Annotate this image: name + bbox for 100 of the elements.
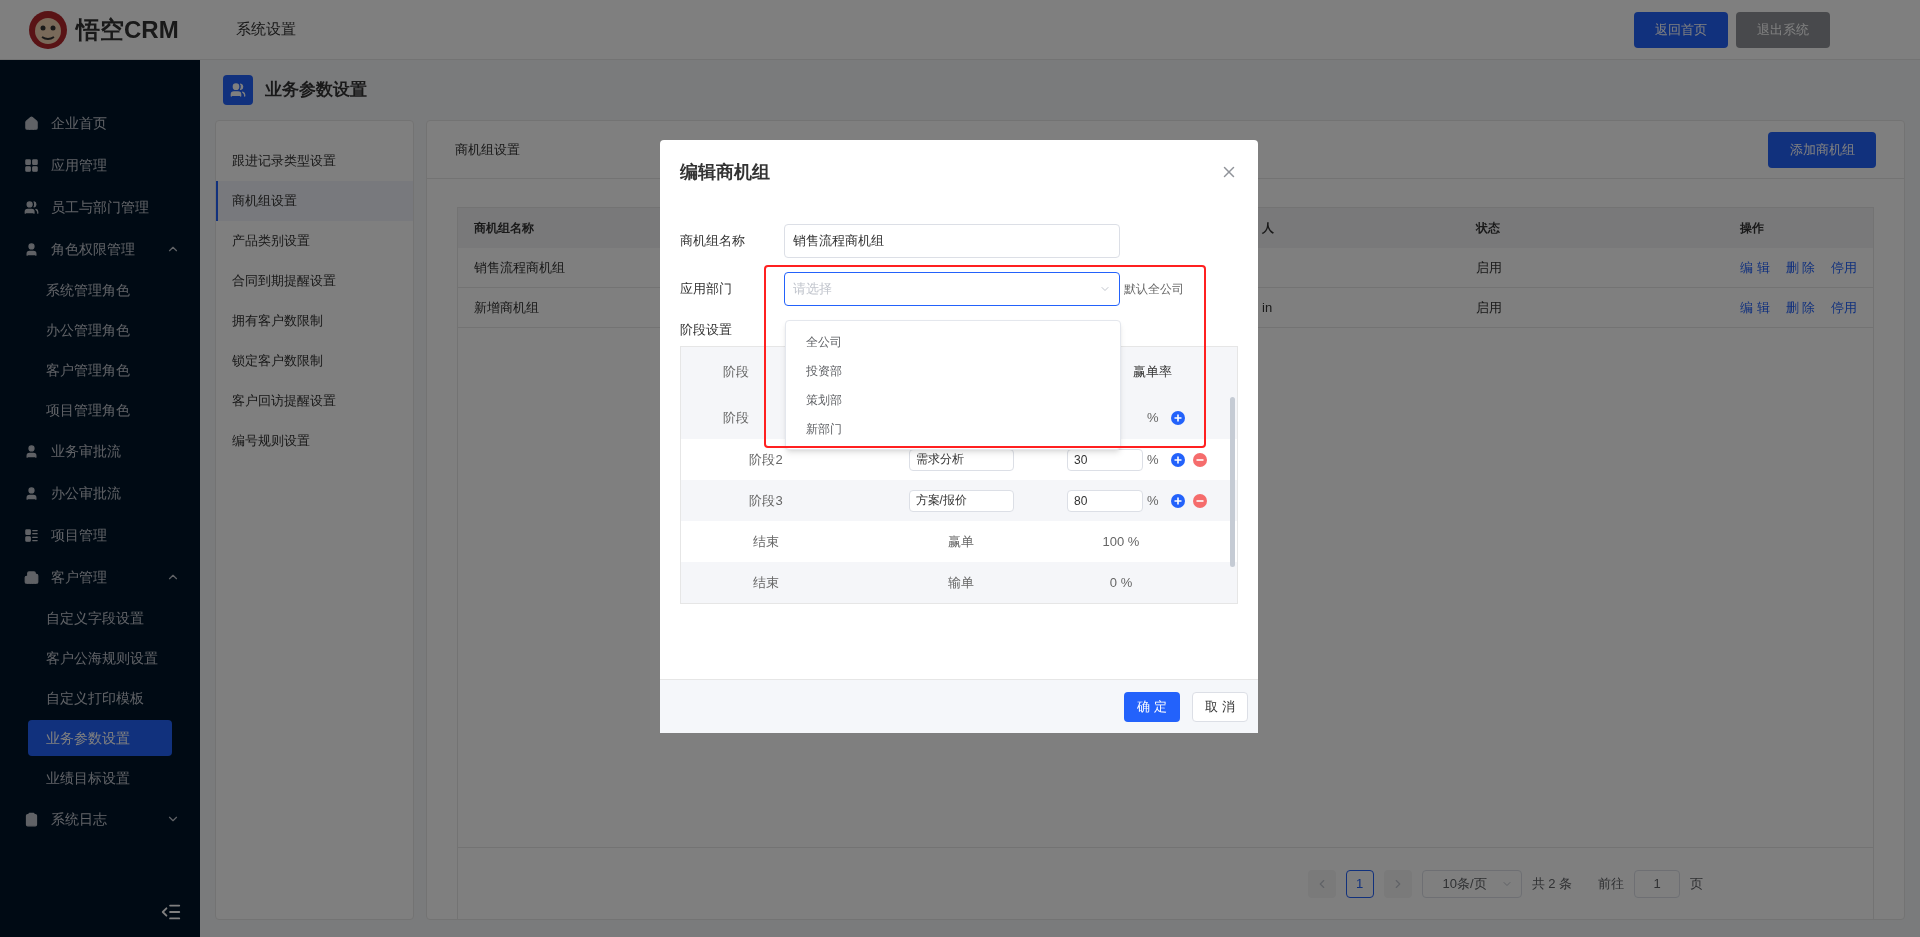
stage-name-field[interactable]: 方案/报价	[908, 489, 1014, 512]
sidebar-item[interactable]: 系统日志	[0, 798, 200, 840]
dropdown-option[interactable]: 新部门	[786, 414, 1120, 443]
settings-menu-item[interactable]: 锁定客户数限制	[216, 341, 413, 381]
stage-label: 结束	[753, 573, 779, 592]
confirm-button[interactable]: 确 定	[1124, 691, 1180, 722]
table-action-link[interactable]: 停用	[1831, 257, 1858, 278]
table-action-link[interactable]: 删 除	[1785, 257, 1816, 278]
menu-item-icon	[24, 569, 39, 585]
sidebar-subitem[interactable]: 项目管理角色	[28, 392, 172, 428]
menu-item-icon	[24, 199, 39, 215]
menu-item-icon	[24, 157, 39, 173]
sidebar-item[interactable]: 角色权限管理	[0, 228, 200, 270]
menu-item-icon	[24, 527, 39, 543]
table-action-link[interactable]: 删 除	[1785, 297, 1816, 318]
stage-name-field[interactable]: 需求分析	[908, 448, 1014, 471]
department-select[interactable]: 请选择	[784, 272, 1120, 306]
menu-item-icon	[24, 241, 39, 257]
column-header: 阶段	[723, 363, 749, 382]
column-header: 人	[1261, 220, 1275, 237]
sidebar-item[interactable]: 业务审批流	[0, 430, 200, 472]
sidebar-item[interactable]: 办公审批流	[0, 472, 200, 514]
settings-menu-item[interactable]: 客户回访提醒设置	[216, 381, 413, 421]
percent-sign: %	[1147, 450, 1160, 469]
section-label: 阶段设置	[680, 321, 733, 339]
field-label: 应用部门	[680, 280, 733, 299]
dropdown-option[interactable]: 投资部	[786, 356, 1120, 385]
win-rate-field[interactable]: 30	[1067, 448, 1143, 471]
add-circle-icon[interactable]	[1171, 493, 1185, 508]
column-header: 商机组名称	[473, 220, 535, 237]
sidebar-subitem[interactable]: 自定义字段设置	[28, 600, 172, 636]
settings-menu-item[interactable]: 跟进记录类型设置	[216, 141, 413, 181]
table-action-link[interactable]: 编 辑	[1740, 297, 1770, 318]
table-action-link[interactable]: 编 辑	[1740, 257, 1770, 278]
column-header: 操作	[1740, 220, 1764, 237]
page-number[interactable]: 1	[1345, 869, 1374, 898]
table-action-link[interactable]: 停用	[1831, 297, 1858, 318]
settings-menu-item[interactable]: 编号规则设置	[216, 421, 413, 461]
win-rate: 0 %	[1108, 573, 1134, 592]
stage-name: 赢单	[947, 532, 975, 551]
sidebar-item[interactable]: 企业首页	[0, 102, 200, 144]
dialog-title: 编辑商机组	[680, 160, 770, 184]
menu-item-icon	[24, 443, 39, 459]
group-name-field[interactable]: 销售流程商机组	[784, 224, 1120, 258]
stage-name: 输单	[947, 573, 975, 592]
cancel-button[interactable]: 取 消	[1192, 691, 1248, 722]
win-rate-field[interactable]: 80	[1067, 489, 1143, 512]
sidebar-subitem[interactable]: 客户管理角色	[28, 352, 172, 388]
total-count: 共 2 条	[1531, 874, 1572, 893]
add-circle-icon[interactable]	[1171, 452, 1185, 467]
sidebar-subitem[interactable]: 系统管理角色	[28, 272, 172, 308]
sidebar-item[interactable]: 员工与部门管理	[0, 186, 200, 228]
sidebar-subitem[interactable]: 业务参数设置	[28, 720, 172, 756]
sidebar-subitem[interactable]: 办公管理角色	[28, 312, 172, 348]
settings-menu-item[interactable]: 商机组设置	[216, 181, 413, 221]
remove-circle-icon[interactable]	[1193, 493, 1207, 508]
table-cell-text: 启用	[1476, 298, 1503, 317]
add-circle-icon[interactable]	[1171, 411, 1185, 425]
percent-sign: %	[1147, 491, 1160, 510]
add-group-button[interactable]: 添加商机组	[1768, 131, 1876, 168]
stage-label: 阶段3	[749, 491, 783, 510]
stage-label: 阶段2	[749, 450, 783, 469]
win-rate: 100 %	[1101, 532, 1141, 551]
column-header: 状态	[1476, 220, 1501, 237]
field-label: 商机组名称	[680, 232, 746, 251]
table-cell-text: 新增商机组	[473, 298, 540, 317]
page-icon	[223, 75, 253, 105]
sidebar-item[interactable]: 应用管理	[0, 144, 200, 186]
goto-label: 前往	[1598, 874, 1624, 893]
table-cell-text: 销售流程商机组	[473, 258, 566, 277]
logo-text: 悟空CRM	[76, 14, 179, 45]
dropdown-option[interactable]: 全公司	[786, 327, 1120, 356]
column-header: 赢单率	[1133, 363, 1172, 382]
field-hint: 默认全公司	[1124, 281, 1184, 298]
dropdown-option[interactable]: 策划部	[786, 385, 1120, 414]
page-size-select[interactable]: 10条/页	[1421, 869, 1522, 898]
settings-menu-item[interactable]: 合同到期提醒设置	[216, 261, 413, 301]
remove-circle-icon[interactable]	[1193, 452, 1207, 467]
page-heading: 系统设置	[236, 19, 296, 40]
panel-title: 商机组设置	[455, 140, 520, 159]
settings-menu-item[interactable]: 拥有客户数限制	[216, 301, 413, 341]
monkey-logo-icon	[28, 9, 68, 50]
menu-item-icon	[24, 811, 39, 827]
goto-page-field[interactable]: 1	[1634, 869, 1680, 898]
sidebar-subitem[interactable]: 客户公海规则设置	[28, 640, 172, 676]
table-cell-text: 启用	[1476, 258, 1503, 277]
percent-sign: %	[1147, 409, 1160, 428]
menu-item-icon	[24, 485, 39, 501]
stage-label: 结束	[753, 532, 779, 551]
home-button[interactable]: 返回首页	[1634, 11, 1728, 48]
table-cell: in	[1262, 299, 1273, 315]
sidebar-item[interactable]: 项目管理	[0, 514, 200, 556]
sidebar-subitem[interactable]: 业绩目标设置	[28, 760, 172, 796]
settings-menu-item[interactable]: 产品类别设置	[216, 221, 413, 261]
page-unit-label: 页	[1690, 874, 1703, 893]
sidebar-subitem[interactable]: 自定义打印模板	[28, 680, 172, 716]
stage-label: 阶段	[723, 409, 749, 428]
page-title: 业务参数设置	[265, 79, 367, 102]
menu-item-icon	[24, 115, 39, 131]
sidebar-item[interactable]: 客户管理	[0, 556, 200, 598]
